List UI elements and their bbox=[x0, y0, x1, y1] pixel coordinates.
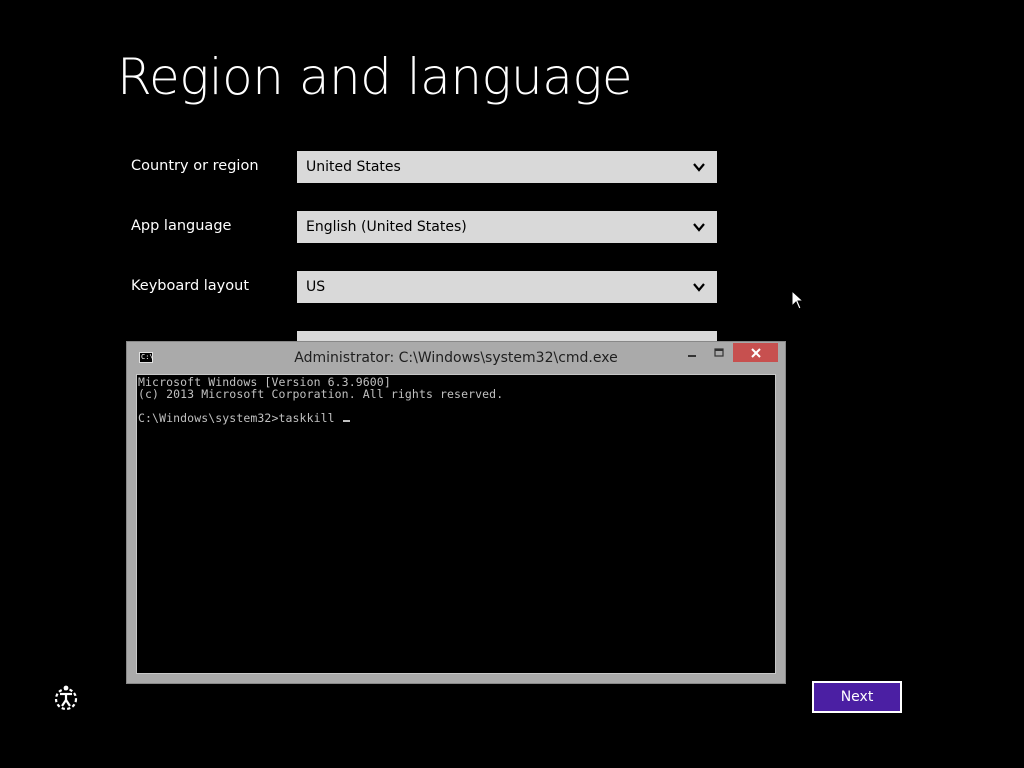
field-keyboard-layout: Keyboard layout US bbox=[131, 271, 717, 303]
ease-of-access-icon[interactable] bbox=[52, 684, 80, 712]
cmd-console[interactable]: Microsoft Windows [Version 6.3.9600] (c)… bbox=[136, 374, 776, 674]
page-title: Region and language bbox=[117, 48, 633, 106]
keyboard-layout-label: Keyboard layout bbox=[131, 278, 250, 294]
chevron-down-icon bbox=[693, 223, 705, 232]
app-language-value: English (United States) bbox=[306, 219, 467, 235]
field-app-language: App language English (United States) bbox=[131, 211, 717, 243]
next-button[interactable]: Next bbox=[812, 681, 902, 713]
minimize-button[interactable] bbox=[679, 343, 705, 362]
cmd-titlebar[interactable]: C:\ Administrator: C:\Windows\system32\c… bbox=[127, 342, 785, 374]
text-cursor bbox=[342, 420, 350, 422]
minimize-icon bbox=[688, 354, 696, 357]
field-country-region: Country or region United States bbox=[131, 151, 717, 183]
close-button[interactable] bbox=[733, 343, 778, 362]
cmd-window[interactable]: C:\ Administrator: C:\Windows\system32\c… bbox=[126, 341, 786, 684]
maximize-button[interactable] bbox=[706, 343, 732, 362]
console-line: (c) 2013 Microsoft Corporation. All righ… bbox=[138, 387, 504, 401]
country-region-select[interactable]: United States bbox=[297, 151, 717, 183]
close-icon bbox=[750, 347, 761, 358]
mouse-pointer-icon bbox=[791, 290, 805, 310]
app-language-label: App language bbox=[131, 218, 232, 234]
console-prompt-line[interactable]: C:\Windows\system32>taskkill bbox=[138, 412, 775, 424]
chevron-down-icon bbox=[693, 163, 705, 172]
console-prompt-text: C:\Windows\system32>taskkill bbox=[138, 411, 342, 425]
chevron-down-icon bbox=[693, 283, 705, 292]
app-language-select[interactable]: English (United States) bbox=[297, 211, 717, 243]
country-region-value: United States bbox=[306, 159, 401, 175]
setup-screen: Region and language Country or region Un… bbox=[0, 0, 1024, 768]
keyboard-layout-value: US bbox=[306, 279, 326, 295]
maximize-icon bbox=[714, 347, 724, 357]
keyboard-layout-select[interactable]: US bbox=[297, 271, 717, 303]
country-region-label: Country or region bbox=[131, 158, 259, 174]
